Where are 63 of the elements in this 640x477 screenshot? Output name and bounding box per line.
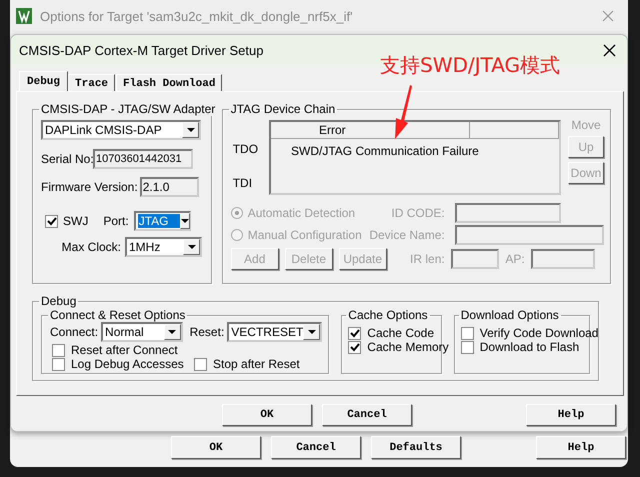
move-label: Move	[571, 118, 601, 132]
field-label: IR len:	[409, 252, 445, 266]
ir-len-field[interactable]	[450, 249, 499, 269]
checkbox[interactable]	[348, 326, 362, 340]
checkbox[interactable]	[194, 358, 207, 370]
group-title: Cache Options	[347, 308, 429, 322]
group-title: Debug	[40, 294, 78, 308]
tdo-label: TDO	[232, 142, 260, 156]
checkbox-label: Download to Flash	[480, 340, 580, 354]
port-dropdown[interactable]: JTAG	[134, 211, 191, 231]
group-title: Download Options	[460, 308, 560, 322]
serial-field[interactable]: 10703601442031	[93, 149, 193, 169]
field-label: Connect:	[50, 325, 98, 339]
checkbox-label: Cache Code	[367, 326, 434, 340]
dialog-title: CMSIS-DAP Cortex-M Target Driver Setup	[19, 42, 264, 58]
radio-label: Manual Configuration	[248, 228, 362, 242]
firmware-field[interactable]: 2.1.0	[140, 177, 199, 197]
dialog-button[interactable]: Help	[526, 404, 616, 426]
checkbox-label: Verify Code Download	[480, 326, 598, 340]
window-title: Options for Target 'sam3u2c_mkit_dk_dongle_nrf5x_if'	[40, 8, 354, 24]
checkbox[interactable]	[45, 214, 58, 228]
window-button[interactable]: Help	[536, 436, 626, 459]
clock-dropdown[interactable]: 1MHz	[125, 237, 202, 257]
window-button[interactable]: OK	[171, 436, 261, 459]
adapter-dropdown[interactable]: DAPLink CMSIS-DAP	[41, 120, 201, 140]
checkbox-label: Cache Memory	[367, 340, 449, 354]
field-label: Reset:	[190, 325, 224, 339]
field-label: Firmware Version:	[41, 180, 138, 194]
group-title: CMSIS-DAP - JTAG/SW Adapter	[40, 102, 216, 116]
connect-dropdown[interactable]: Normal	[101, 322, 183, 342]
field-label: Max Clock:	[60, 240, 121, 254]
checkbox-label: Stop after Reset	[213, 357, 300, 371]
table-cell-text: SWD/JTAG Communication Failure	[290, 143, 480, 158]
field-label: Serial No:	[41, 152, 91, 166]
device-name-field[interactable]	[454, 225, 604, 245]
reset-dropdown[interactable]: VECTRESET	[227, 322, 322, 342]
window-button[interactable]: Defaults	[371, 436, 461, 459]
checkbox-label: Log Debug Accesses	[71, 357, 184, 371]
checkbox[interactable]	[460, 340, 474, 354]
window-button[interactable]: Cancel	[271, 436, 361, 459]
checkbox-label: Reset after Connect	[71, 343, 178, 357]
field-label: AP:	[504, 252, 525, 266]
group-title: Connect & Reset Options	[49, 308, 186, 322]
tab[interactable]: Flash Download	[116, 74, 222, 91]
field-label: ID CODE:	[390, 206, 445, 220]
tab[interactable]: Trace	[68, 74, 116, 91]
tdi-label: TDI	[232, 176, 254, 190]
annotation-text: 支持SWD/JTAG模式	[380, 52, 560, 79]
field-label: Device Name:	[368, 228, 445, 242]
checkbox[interactable]	[460, 326, 474, 340]
checkbox[interactable]	[348, 340, 362, 354]
checkbox[interactable]	[52, 358, 65, 370]
tab[interactable]: Debug	[19, 71, 68, 91]
checkbox[interactable]	[52, 344, 65, 356]
field-label: Port:	[103, 214, 129, 228]
group-title: JTAG Device Chain	[230, 102, 336, 116]
dialog-button[interactable]: OK	[222, 404, 312, 426]
ap-field[interactable]	[530, 249, 595, 269]
checkbox-label: SWJ	[63, 214, 88, 228]
id-code-field[interactable]	[454, 203, 561, 223]
dialog-button[interactable]: Cancel	[322, 404, 412, 426]
radio-label: Automatic Detection	[248, 206, 356, 220]
app-logo-icon	[16, 8, 32, 24]
